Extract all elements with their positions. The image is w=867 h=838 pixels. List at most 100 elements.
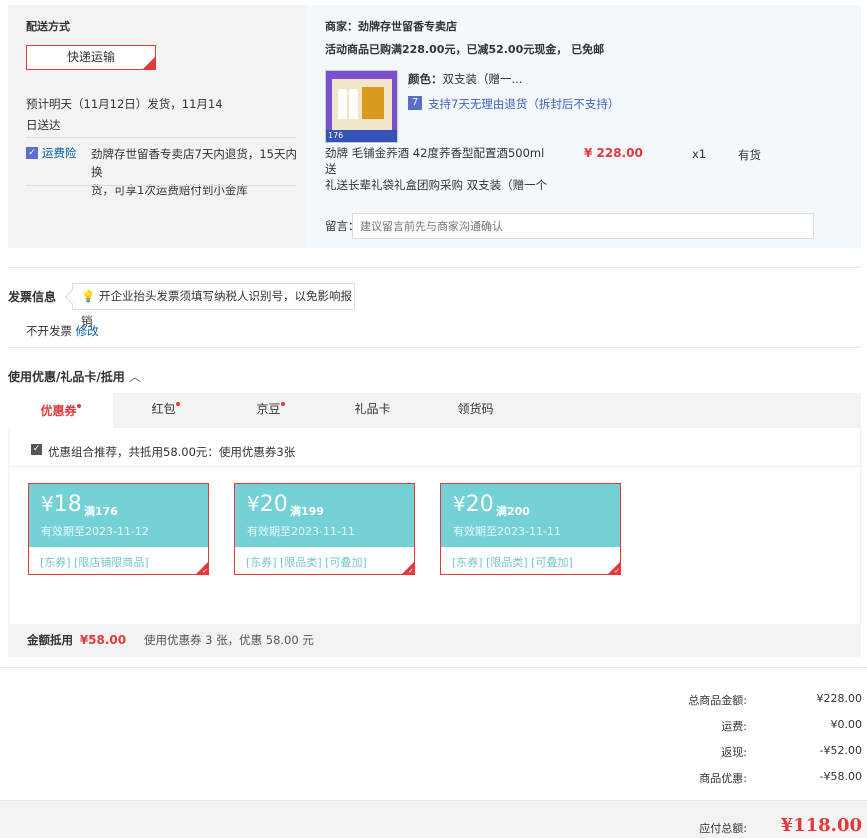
summary-label: 运费: [721, 720, 747, 733]
delivery-eta: 预计明天（11月12日）发货，11月14 日送达 [26, 96, 223, 133]
summary-value: ¥228.00 [816, 692, 863, 705]
delivery-method-button[interactable]: 快递运输 [26, 45, 156, 70]
notification-dot [280, 402, 285, 406]
return-policy-link[interactable]: 支持7天无理由退货（拆封后不支持） [428, 96, 619, 112]
store-name: 商家：劲牌存世留香专卖店 [325, 20, 457, 33]
chevron-up-icon: ︿ [128, 370, 141, 384]
coupon-threshold: 满199 [290, 505, 324, 518]
selected-check-icon [402, 562, 414, 575]
coupon-amount-value: 20 [259, 492, 288, 517]
selected-check-icon [608, 562, 620, 575]
tab-red-packet-label: 红包 [151, 402, 176, 416]
lightbulb-icon: 💡 [81, 289, 96, 303]
coupon-amount-value: 18 [53, 492, 82, 517]
coupon-threshold: 满200 [496, 505, 530, 518]
summary-label: 商品优惠: [699, 772, 747, 785]
deduct-description: 使用优惠券 3 张，优惠 58.00 元 [143, 633, 314, 647]
coupon-currency: ¥ [41, 492, 54, 516]
discount-section-title[interactable]: 使用优惠/礼品卡/抵用 ︿ [8, 368, 141, 385]
promo-text: 活动商品已购满228.00元，已减52.00元现金， 已免邮 [325, 43, 605, 56]
insurance-line-2: 货，可享1次运费赔付到小金库 [91, 183, 248, 197]
summary-label: 总商品金额: [688, 694, 747, 707]
coupon-tags: [东券] [限品类] [可叠加] [452, 556, 573, 569]
deduct-label: 金额抵用 [27, 633, 73, 647]
coupon-card[interactable]: ¥20 满200 有效期至2023-11-11 [东券] [限品类] [可叠加] [440, 483, 621, 575]
eta-line-1: 预计明天（11月12日）发货，11月14 [26, 97, 223, 111]
stock-status: 有货 [738, 148, 761, 162]
coupon-tags: [东券] [限店铺限商品] [40, 556, 149, 569]
coupon-expiry: 有效期至2023-11-11 [247, 525, 355, 538]
tab-coupons[interactable]: 优惠券 [8, 393, 113, 428]
tab-jingdou-label: 京豆 [256, 402, 281, 416]
summary-value: -¥58.00 [819, 770, 862, 783]
coupon-card[interactable]: ¥18 满176 有效期至2023-11-12 [东券] [限店铺限商品] [28, 483, 209, 575]
product-name-line-1: 劲牌 毛铺金荞酒 42度荞香型配置酒500ml 送 [325, 146, 545, 176]
coupon-expiry: 有效期至2023-11-12 [41, 525, 149, 538]
tab-red-packet[interactable]: 红包 [113, 393, 218, 428]
summary-value: -¥52.00 [819, 744, 862, 757]
coupon-threshold: 满176 [84, 505, 118, 518]
invoice-edit-link[interactable]: 修改 [76, 324, 99, 338]
invoice-tip: 💡 开企业抬头发票须填写纳税人识别号，以免影响报销 [72, 283, 355, 328]
product-quantity: x1 [692, 147, 707, 161]
delivery-method-label: 快递运输 [66, 50, 115, 64]
divider [8, 347, 861, 348]
invoice-status: 不开发票 修改 [26, 323, 99, 339]
notification-dot [76, 404, 81, 408]
summary-value: ¥0.00 [830, 718, 863, 731]
divider [26, 137, 296, 138]
coupon-card[interactable]: ¥20 满199 有效期至2023-11-11 [东券] [限品类] [可叠加] [234, 483, 415, 575]
coupon-currency: ¥ [453, 492, 466, 516]
tab-pickup-code[interactable]: 领货码 [423, 393, 528, 428]
coupon-header: ¥18 满176 有效期至2023-11-12 [29, 484, 208, 547]
discount-tabs: 优惠券 红包 京豆 礼品卡 领货码 [8, 393, 861, 428]
coupon-expiry: 有效期至2023-11-11 [453, 525, 561, 538]
total-amount: ¥118.00 [780, 815, 862, 836]
product-name-line-2: 礼送长辈礼袋礼盒团购采购 双支装（赠一个 [325, 178, 548, 192]
invoice-tip-text: 开企业抬头发票须填写纳税人识别号，以免影响报销 [81, 289, 352, 328]
freight-insurance-link[interactable]: 运费险 [42, 145, 77, 161]
discount-summary-bar: 金额抵用 ¥58.00 使用优惠券 3 张，优惠 58.00 元 [8, 624, 861, 657]
eta-line-2: 日送达 [26, 118, 61, 132]
discount-title-text: 使用优惠/礼品卡/抵用 [8, 370, 125, 384]
shield-icon: ✓ [26, 147, 38, 159]
total-label: 应付总额: [699, 822, 747, 835]
product-name[interactable]: 劲牌 毛铺金荞酒 42度荞香型配置酒500ml 送 礼送长辈礼袋礼盒团购采购 双… [325, 145, 550, 193]
product-price: ¥ 228.00 [584, 146, 643, 160]
invoice-title: 发票信息 [8, 290, 57, 304]
coupon-amount: ¥20 [453, 492, 494, 517]
color-label: 颜色： [408, 72, 443, 86]
shipping-title: 配送方式 [26, 20, 70, 33]
tab-jingdou[interactable]: 京豆 [218, 393, 323, 428]
notification-dot [175, 402, 180, 406]
message-input[interactable] [352, 213, 814, 239]
combo-checkbox[interactable]: ✓ [31, 444, 42, 455]
product-color: 颜色：双支装（赠一... [408, 71, 522, 87]
return-policy-icon: 7 [408, 96, 422, 110]
coupon-amount: ¥18 [41, 492, 82, 517]
insurance-description: 劲牌存世留香专卖店7天内退货，15天内换 货，可享1次运费赔付到小金库 [91, 145, 301, 199]
deduct-amount: ¥58.00 [79, 633, 127, 647]
tab-gift-card-label: 礼品卡 [354, 402, 391, 416]
selected-check-icon [143, 47, 155, 70]
coupon-amount: ¥20 [247, 492, 288, 517]
coupon-currency: ¥ [247, 492, 260, 516]
invoice-status-text: 不开发票 [26, 324, 72, 338]
divider [8, 267, 861, 268]
coupon-header: ¥20 满199 有效期至2023-11-11 [235, 484, 414, 547]
divider [0, 667, 867, 668]
tab-pickup-code-label: 领货码 [457, 402, 494, 416]
selected-check-icon [196, 562, 208, 575]
combo-recommendation: 优惠组合推荐，共抵用58.00元：使用优惠券3张 [48, 445, 296, 459]
insurance-line-1: 劲牌存世留香专卖店7天内退货，15天内换 [91, 147, 297, 179]
color-value: 双支装（赠一... [442, 72, 523, 86]
tab-gift-card[interactable]: 礼品卡 [320, 393, 425, 428]
coupon-amount-value: 20 [465, 492, 494, 517]
tab-coupons-label: 优惠券 [40, 404, 77, 418]
summary-label: 返现: [721, 746, 747, 759]
product-image[interactable]: 176 [325, 70, 398, 143]
product-image-tag: 176 [326, 130, 397, 142]
divider [8, 466, 861, 467]
divider [26, 185, 296, 186]
coupon-header: ¥20 满200 有效期至2023-11-11 [441, 484, 620, 547]
